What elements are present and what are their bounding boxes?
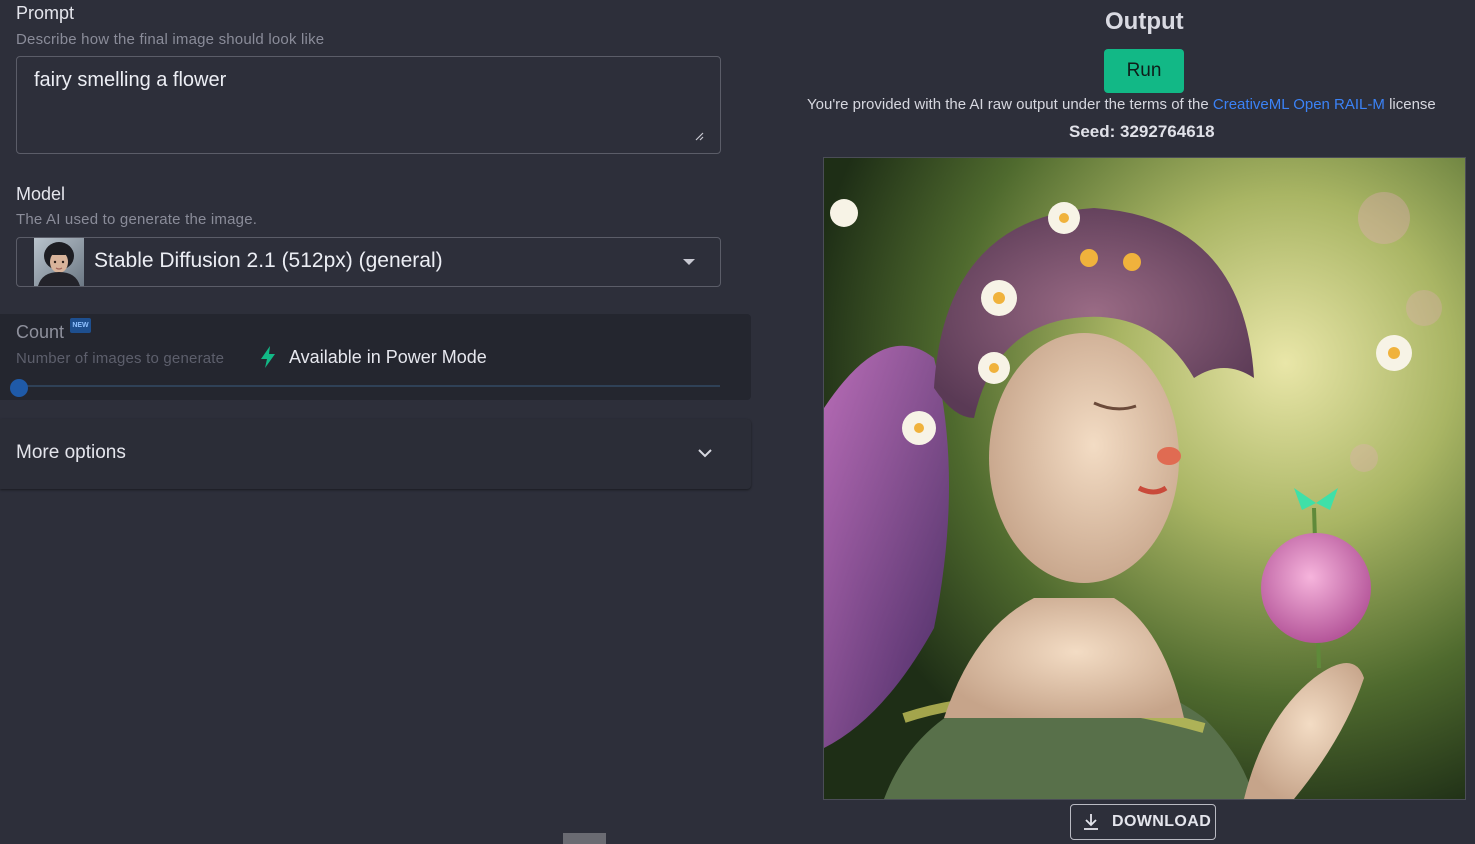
license-link[interactable]: CreativeML Open RAIL-M bbox=[1213, 96, 1385, 113]
chevron-down-icon[interactable] bbox=[697, 447, 713, 459]
new-badge: NEW bbox=[70, 318, 91, 333]
model-select[interactable]: Stable Diffusion 2.1 (512px) (general) bbox=[16, 237, 721, 287]
settings-panel: Prompt Describe how the final image shou… bbox=[0, 0, 752, 844]
license-notice: You're provided with the AI raw output u… bbox=[807, 96, 1436, 113]
prompt-label: Prompt bbox=[16, 3, 75, 23]
count-slider-track[interactable] bbox=[18, 385, 720, 387]
output-title: Output bbox=[1105, 8, 1184, 35]
model-avatar bbox=[34, 238, 84, 286]
scroll-indicator[interactable] bbox=[563, 833, 606, 844]
resize-handle-icon[interactable] bbox=[694, 131, 704, 141]
prompt-description: Describe how the final image should look… bbox=[16, 31, 325, 48]
caret-down-icon[interactable] bbox=[683, 259, 695, 265]
bolt-icon bbox=[261, 346, 275, 368]
more-options-accordion[interactable]: More options bbox=[0, 419, 751, 489]
power-mode-text[interactable]: Available in Power Mode bbox=[289, 347, 487, 368]
count-panel: Count NEW Number of images to generate A… bbox=[0, 314, 751, 400]
license-suffix: license bbox=[1389, 96, 1436, 113]
count-label: Count bbox=[16, 322, 65, 342]
prompt-textarea[interactable]: fairy smelling a flower bbox=[16, 56, 721, 154]
model-description: The AI used to generate the image. bbox=[16, 211, 258, 228]
download-icon bbox=[1084, 814, 1098, 830]
download-label[interactable]: DOWNLOAD bbox=[1112, 813, 1211, 831]
run-button[interactable]: Run bbox=[1104, 49, 1184, 93]
generated-image[interactable] bbox=[823, 157, 1466, 800]
app-page: Prompt Describe how the final image shou… bbox=[0, 0, 1475, 844]
license-prefix: You're provided with the AI raw output u… bbox=[807, 96, 1209, 113]
model-label: Model bbox=[16, 184, 66, 204]
more-options-label[interactable]: More options bbox=[16, 442, 126, 464]
count-description: Number of images to generate bbox=[16, 350, 225, 367]
download-button[interactable]: DOWNLOAD bbox=[1070, 804, 1216, 840]
model-selected-value[interactable]: Stable Diffusion 2.1 (512px) (general) bbox=[94, 249, 443, 273]
count-slider-thumb[interactable] bbox=[10, 379, 28, 397]
prompt-text[interactable]: fairy smelling a flower bbox=[34, 69, 226, 92]
seed-value: Seed: 3292764618 bbox=[1069, 122, 1215, 141]
